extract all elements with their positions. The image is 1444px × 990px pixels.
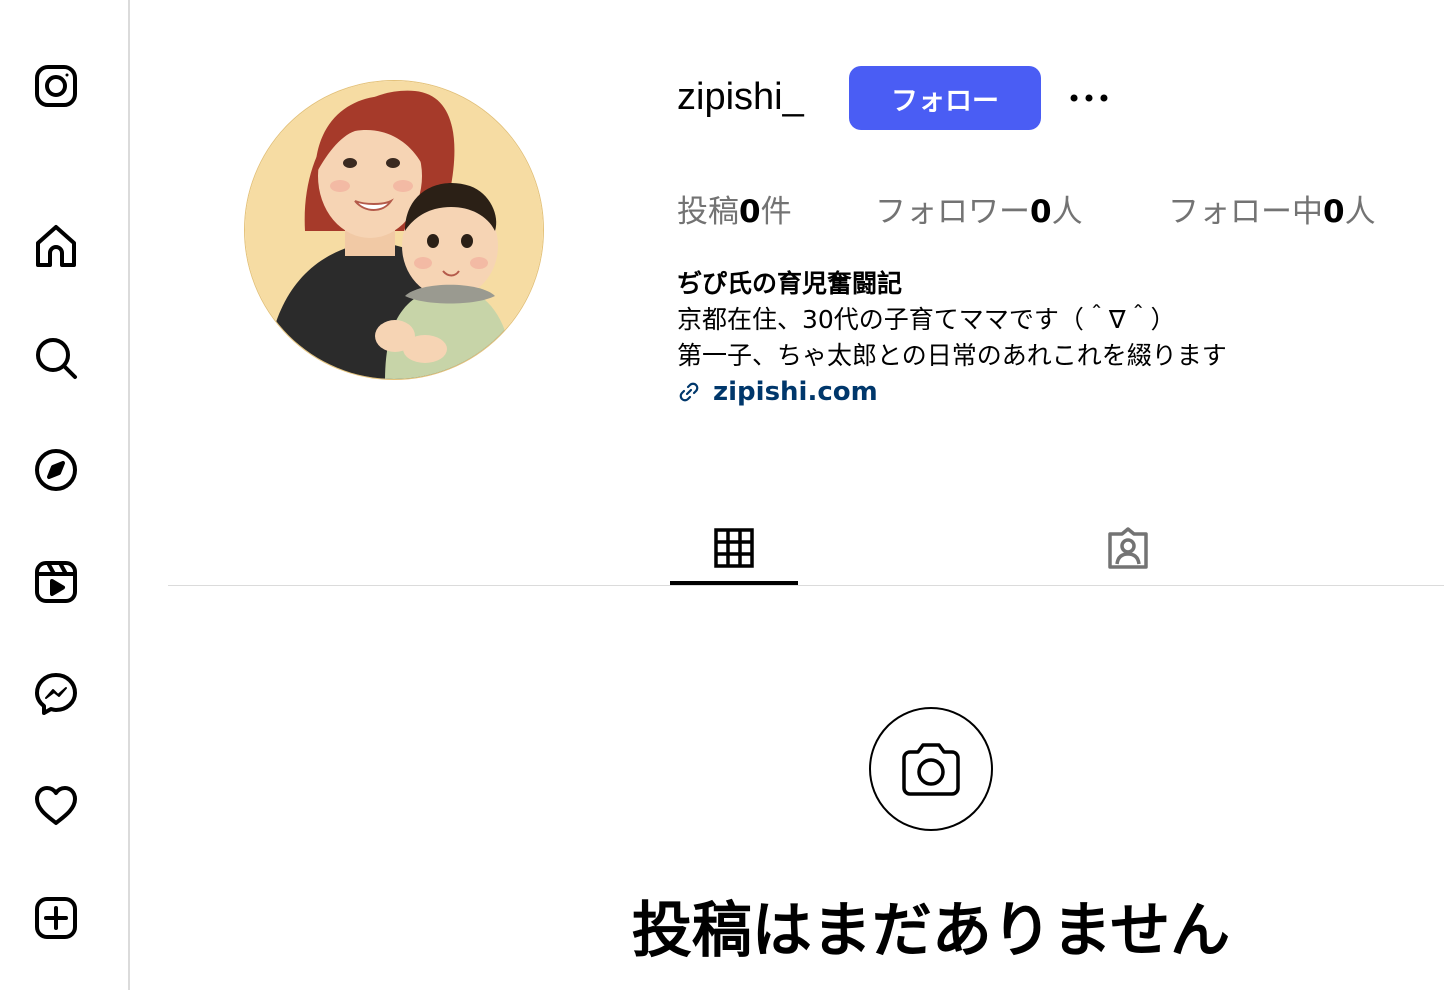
posts-label: 投稿 (677, 194, 739, 230)
avatar-illustration (245, 81, 543, 379)
bio-website-link[interactable]: zipishi.com (677, 374, 1227, 410)
explore-compass-icon[interactable] (33, 447, 79, 493)
profile-avatar[interactable] (244, 80, 544, 380)
search-icon[interactable] (33, 335, 79, 381)
follow-button[interactable]: フォロー (849, 66, 1041, 130)
more-horizontal-icon (1070, 94, 1108, 102)
empty-state-title: 投稿はまだありません (631, 896, 1231, 966)
instagram-logo-icon[interactable] (33, 63, 79, 109)
posts-grid-icon (714, 528, 754, 568)
bio-line-1: 京都在住、30代の子育てママです（＾∇＾） (677, 305, 1176, 334)
following-unit: 人 (1344, 194, 1376, 230)
bio-line-2: 第一子、ちゃ太郎との日常のあれこれを綴ります (677, 341, 1227, 370)
posts-count-stat: 投稿0件 (677, 186, 792, 231)
tab-tagged[interactable] (1064, 510, 1192, 586)
bio-display-name: ぢぴ氏の育児奮闘記 (677, 269, 903, 298)
followers-unit: 人 (1051, 194, 1083, 230)
following-count: 0 (1323, 194, 1345, 230)
messenger-icon[interactable] (33, 671, 79, 717)
profile-username: zipishi_ (677, 76, 804, 118)
tabs-divider (168, 585, 1444, 586)
posts-unit: 件 (760, 194, 792, 230)
heart-icon[interactable] (33, 783, 79, 829)
camera-icon (902, 743, 960, 796)
bio-link-text: zipishi.com (713, 377, 878, 407)
following-count-stat[interactable]: フォロー中0人 (1168, 186, 1376, 231)
followers-count: 0 (1030, 194, 1052, 230)
followers-count-stat[interactable]: フォロワー0人 (875, 186, 1083, 231)
tagged-icon (1108, 527, 1148, 569)
posts-count: 0 (739, 194, 761, 230)
profile-bio: ぢぴ氏の育児奮闘記 京都在住、30代の子育てママです（＾∇＾） 第一子、ちゃ太郎… (677, 266, 1227, 410)
sidebar (0, 0, 130, 990)
empty-state-camera (869, 707, 993, 831)
following-label: フォロー中 (1168, 194, 1323, 230)
followers-label: フォロワー (875, 194, 1030, 230)
link-icon (679, 382, 699, 402)
reels-icon[interactable] (33, 559, 79, 605)
more-options-button[interactable] (1064, 80, 1114, 116)
home-icon[interactable] (33, 223, 79, 269)
tab-posts[interactable] (670, 510, 798, 586)
